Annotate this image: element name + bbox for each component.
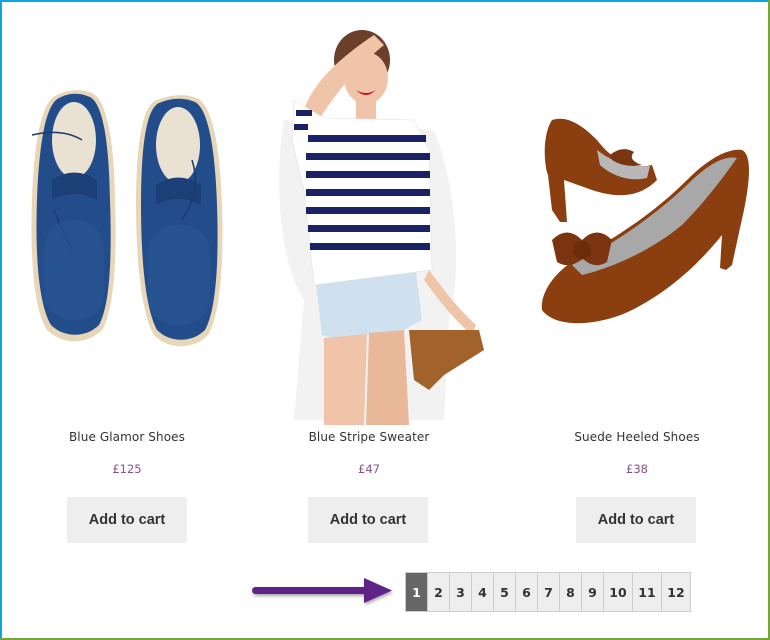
page-8[interactable]: 8 <box>560 573 581 611</box>
page-9[interactable]: 9 <box>582 573 603 611</box>
page-7[interactable]: 7 <box>538 573 559 611</box>
product-price: £47 <box>358 462 380 476</box>
sweater-shape <box>291 99 433 286</box>
right-shoe-shape <box>136 95 223 347</box>
product-image-blue-shoes[interactable] <box>2 0 252 425</box>
back-heel-shape <box>544 118 657 222</box>
page-5[interactable]: 5 <box>494 573 515 611</box>
page-10[interactable]: 10 <box>604 573 632 611</box>
product-card: Suede Heeled Shoes £38 Add to cart <box>512 0 762 560</box>
product-price: £38 <box>626 462 648 476</box>
left-shoe-shape <box>31 90 116 342</box>
product-title[interactable]: Blue Glamor Shoes <box>2 430 252 444</box>
product-image-suede-heels[interactable] <box>512 0 762 425</box>
page-12[interactable]: 12 <box>662 573 690 611</box>
product-card: Blue Glamor Shoes £125 Add to cart <box>2 0 252 560</box>
page-11[interactable]: 11 <box>633 573 661 611</box>
pagination: 1 2 3 4 5 6 7 8 9 10 11 12 <box>405 572 691 612</box>
product-title[interactable]: Suede Heeled Shoes <box>512 430 762 444</box>
page-6[interactable]: 6 <box>516 573 537 611</box>
product-price: £125 <box>112 462 142 476</box>
product-image-stripe-sweater[interactable] <box>244 0 494 425</box>
product-title[interactable]: Blue Stripe Sweater <box>244 430 494 444</box>
page-3[interactable]: 3 <box>450 573 471 611</box>
page-1[interactable]: 1 <box>406 573 427 611</box>
product-card: Blue Stripe Sweater £47 Add to cart <box>244 0 494 560</box>
page-4[interactable]: 4 <box>472 573 493 611</box>
add-to-cart-button[interactable]: Add to cart <box>308 497 428 543</box>
arrow-right-icon <box>248 574 398 608</box>
add-to-cart-button[interactable]: Add to cart <box>576 497 696 543</box>
page-2[interactable]: 2 <box>428 573 449 611</box>
add-to-cart-button[interactable]: Add to cart <box>67 497 187 543</box>
